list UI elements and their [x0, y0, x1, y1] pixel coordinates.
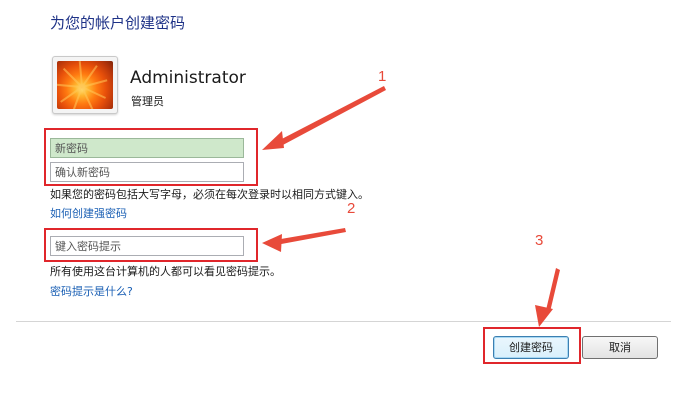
annotation-arrow-3 — [535, 268, 560, 327]
annotation-arrow-1 — [262, 86, 386, 150]
annotation-arrows — [262, 86, 560, 327]
annotation-arrow-2 — [262, 228, 346, 252]
